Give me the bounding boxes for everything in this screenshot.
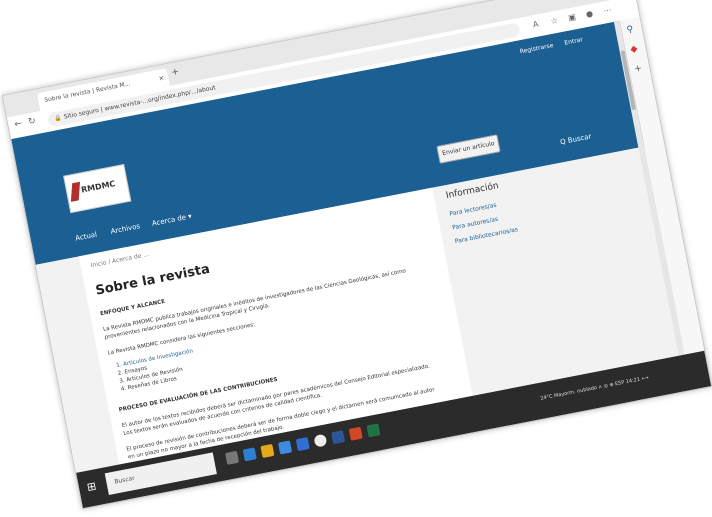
profile-icon[interactable]: ●	[585, 9, 594, 19]
sidebar-title: Información	[445, 181, 500, 202]
add-icon[interactable]: +	[633, 64, 642, 75]
logo-mark	[70, 181, 81, 202]
more-menu-icon[interactable]: ⋯	[603, 5, 613, 15]
edge-taskbar-icon[interactable]	[242, 447, 257, 462]
menu-archives[interactable]: Archivos	[110, 222, 141, 236]
collections-icon[interactable]: ▣	[567, 12, 576, 22]
powerpoint-icon[interactable]	[348, 426, 363, 441]
favorite-icon[interactable]: ☆	[550, 16, 559, 26]
file-explorer-icon[interactable]	[260, 443, 275, 458]
search-link[interactable]: Q Buscar	[560, 132, 593, 146]
new-tab-button[interactable]: +	[171, 67, 180, 78]
refresh-icon[interactable]: ↻	[27, 116, 36, 127]
windows-start-icon[interactable]: ⊞	[86, 479, 98, 494]
section-heading-scope: ENFOQUE Y ALCANCE	[99, 298, 166, 318]
tab-close-icon[interactable]: ×	[157, 69, 166, 88]
chrome-icon[interactable]	[313, 433, 328, 448]
journal-logo[interactable]: RMDMC	[63, 164, 132, 214]
menu-about[interactable]: Acerca de ▾	[151, 212, 192, 228]
mail-icon[interactable]	[278, 440, 293, 455]
shopping-icon[interactable]: ◆	[630, 44, 639, 55]
excel-icon[interactable]	[366, 423, 381, 438]
browser-window: Sobre la revista | Revista M... × + – □ …	[1, 0, 712, 510]
breadcrumb[interactable]: Inicio / Acerca de ...	[90, 251, 149, 269]
task-view-icon[interactable]	[225, 450, 240, 465]
back-icon[interactable]: ←	[14, 119, 23, 130]
info-sidebar: Información Para lectores/as Para autore…	[444, 157, 632, 394]
lock-icon: 🔒	[53, 114, 63, 123]
store-icon[interactable]	[295, 437, 310, 452]
login-link[interactable]: Entrar	[564, 36, 584, 46]
read-aloud-icon[interactable]: A	[532, 19, 539, 29]
register-link[interactable]: Registrarse	[519, 42, 554, 55]
search-icon[interactable]: ⚲	[626, 24, 634, 35]
sidebar-link-readers[interactable]: Para lectores/as	[449, 202, 497, 218]
page-title: Sobre la revista	[94, 261, 212, 299]
logo-text: RMDMC	[80, 179, 117, 195]
word-icon[interactable]	[331, 430, 346, 445]
menu-current[interactable]: Actual	[75, 231, 98, 243]
sidebar-link-authors[interactable]: Para autores/as	[452, 216, 499, 232]
system-tray[interactable]: 24°C Mayorm. nublado ∧ ◎ ⊕ ESP 14:21 ⟷	[540, 375, 649, 402]
